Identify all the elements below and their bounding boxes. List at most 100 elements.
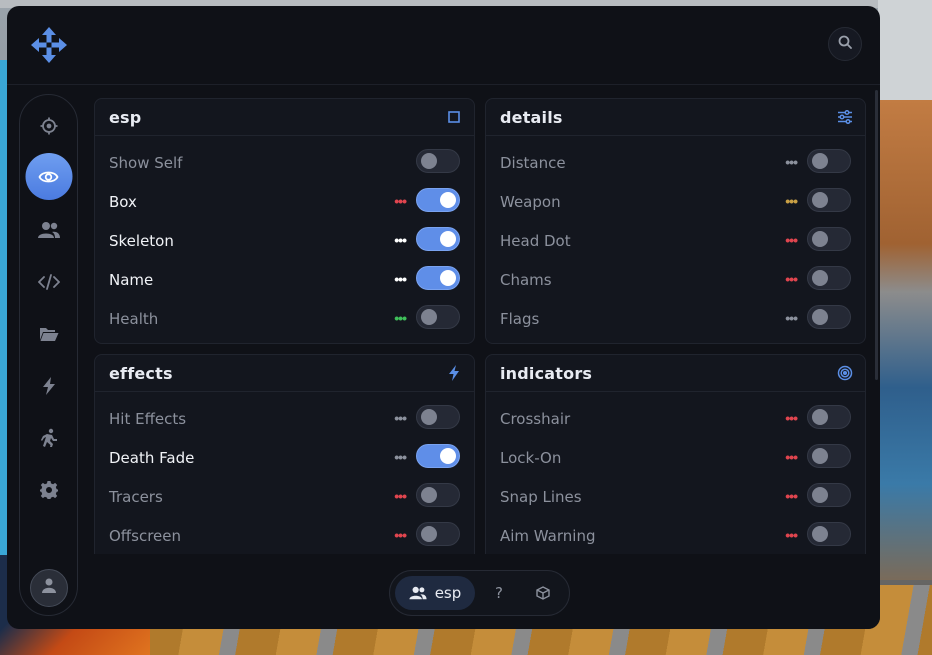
running-icon[interactable] [36,425,62,451]
menu-window: esp Show Self Box ••• Skeleton ••• Name ••• Hea… [7,6,880,629]
setting-label: Name [109,271,154,289]
tab-help[interactable]: ? [484,576,514,610]
toggle-switch[interactable] [807,149,851,173]
color-picker-dots[interactable]: ••• [785,411,798,425]
setting-row: Weapon ••• [486,185,865,224]
toggle-knob [812,231,828,247]
top-bar [7,6,880,85]
color-picker-dots[interactable]: ••• [785,155,798,169]
setting-label: Aim Warning [500,527,596,545]
panel-title: indicators [500,364,593,383]
toggle-switch[interactable] [807,522,851,546]
move-arrows-icon[interactable] [29,25,69,65]
eye-icon[interactable] [25,153,72,200]
color-picker-dots[interactable]: ••• [785,194,798,208]
users-icon[interactable] [36,217,62,243]
toggle-switch[interactable] [416,405,460,429]
color-picker-dots[interactable]: ••• [785,450,798,464]
toggle-switch[interactable] [807,188,851,212]
setting-label: Offscreen [109,527,182,545]
panel-header: details [486,99,865,136]
setting-row: Snap Lines ••• [486,480,865,519]
setting-label: Crosshair [500,410,571,428]
tab-esp[interactable]: esp [395,576,475,610]
setting-label: Skeleton [109,232,174,250]
color-picker-dots[interactable]: ••• [785,489,798,503]
toggle-knob [812,448,828,464]
toggle-switch[interactable] [416,227,460,251]
crosshair-icon[interactable] [36,113,62,139]
toggle-switch[interactable] [807,483,851,507]
setting-row: Tracers ••• [95,480,474,519]
setting-label: Flags [500,310,540,328]
setting-row: Show Self [95,146,474,185]
sidebar [19,94,78,616]
toggle-knob [421,153,437,169]
toggle-switch[interactable] [416,305,460,329]
color-picker-dots[interactable]: ••• [785,233,798,247]
color-picker-dots[interactable]: ••• [785,528,798,542]
toggle-knob [421,309,437,325]
cube-icon [536,586,550,600]
setting-row: Name ••• [95,263,474,302]
toggle-knob [440,231,456,247]
toggle-knob [440,270,456,286]
tab-cube[interactable] [528,576,558,610]
toggle-switch[interactable] [807,444,851,468]
toggle-knob [421,526,437,542]
setting-label: Death Fade [109,449,195,467]
color-picker-dots[interactable]: ••• [785,311,798,325]
toggle-knob [812,487,828,503]
color-picker-dots[interactable]: ••• [394,233,407,247]
toggle-switch[interactable] [807,227,851,251]
toggle-switch[interactable] [416,188,460,212]
toggle-knob [812,270,828,286]
color-picker-dots[interactable]: ••• [785,272,798,286]
toggle-switch[interactable] [416,483,460,507]
setting-row: Lock-On ••• [486,441,865,480]
setting-row: Flags ••• [486,302,865,341]
sliders-icon[interactable] [837,109,853,125]
toggle-knob [421,487,437,503]
setting-label: Distance [500,154,566,172]
search-icon [838,35,852,54]
setting-label: Snap Lines [500,488,582,506]
folder-open-icon[interactable] [36,321,62,347]
users-icon [409,586,427,600]
toggle-knob [812,409,828,425]
scrollbar[interactable] [875,90,878,380]
color-picker-dots[interactable]: ••• [394,489,407,503]
setting-row: Box ••• [95,185,474,224]
toggle-switch[interactable] [416,266,460,290]
toggle-switch[interactable] [416,522,460,546]
avatar[interactable] [29,569,68,607]
color-picker-dots[interactable]: ••• [394,194,407,208]
setting-label: Chams [500,271,552,289]
search-button[interactable] [828,27,862,61]
gear-icon[interactable] [36,477,62,503]
color-picker-dots[interactable]: ••• [394,411,407,425]
setting-row: Hit Effects ••• [95,402,474,441]
toggle-switch[interactable] [416,149,460,173]
square-icon [446,109,462,125]
toggle-switch[interactable] [807,405,851,429]
setting-row: Crosshair ••• [486,402,865,441]
color-picker-dots[interactable]: ••• [394,450,407,464]
bolt-icon[interactable] [36,373,62,399]
toggle-switch[interactable] [416,444,460,468]
panel-header: indicators [486,355,865,392]
bolt-icon [446,365,462,381]
toggle-switch[interactable] [807,305,851,329]
color-picker-dots[interactable]: ••• [394,311,407,325]
color-picker-dots[interactable]: ••• [394,272,407,286]
setting-label: Show Self [109,154,183,172]
color-picker-dots[interactable]: ••• [394,528,407,542]
toggle-switch[interactable] [807,266,851,290]
setting-row: Death Fade ••• [95,441,474,480]
panel-title: esp [109,108,142,127]
setting-row: Chams ••• [486,263,865,302]
toggle-knob [812,526,828,542]
toggle-knob [812,309,828,325]
code-icon[interactable] [36,269,62,295]
toggle-knob [440,448,456,464]
